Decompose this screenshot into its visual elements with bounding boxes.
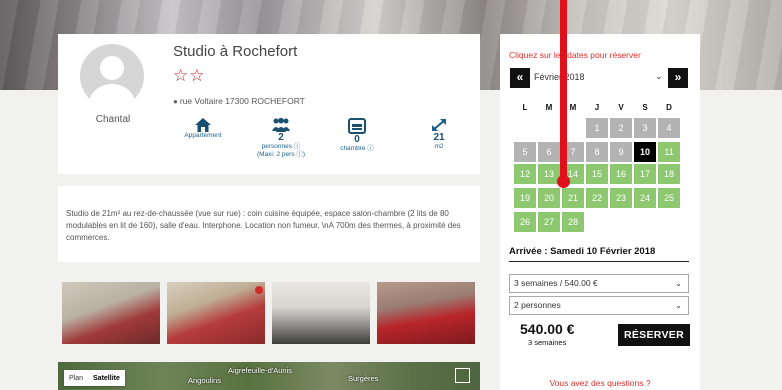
- divider: [509, 261, 689, 262]
- chevron-down-icon: ⌄: [675, 279, 682, 288]
- calendar-day: 4: [658, 118, 680, 138]
- map-pin-icon: ●: [173, 97, 178, 106]
- listing-description: Studio de 21m² au rez-de-chaussée (vue s…: [66, 209, 461, 242]
- feature-area-label: m2: [434, 143, 444, 150]
- calendar-day: 2: [610, 118, 632, 138]
- feature-type-label: Appartement: [184, 132, 222, 139]
- weekday-label: V: [618, 103, 624, 112]
- map-type-toggle: Plan Satellite: [64, 370, 125, 386]
- address-text: rue Voltaire 17300 ROCHEFORT: [179, 96, 305, 106]
- calendar-day: 6: [538, 142, 560, 162]
- calendar-day: 8: [586, 142, 608, 162]
- listing-address: ● rue Voltaire 17300 ROCHEFORT: [173, 96, 305, 106]
- map-fullscreen-icon[interactable]: [455, 368, 470, 383]
- calendar-day: 3: [634, 118, 656, 138]
- feature-bedrooms-value: 0: [354, 134, 360, 145]
- rating-stars-icon: ☆☆: [173, 66, 206, 85]
- photo-thumbnail[interactable]: [62, 282, 160, 344]
- calendar-day[interactable]: 24: [634, 188, 656, 208]
- calendar-day[interactable]: 18: [658, 164, 680, 184]
- calendar-day[interactable]: 25: [658, 188, 680, 208]
- booking-panel: Cliquez sur les dates pour réserver « Fé…: [500, 34, 700, 390]
- weekday-label: S: [642, 103, 648, 112]
- weekday-label: J: [594, 103, 600, 112]
- people-icon: [272, 118, 290, 132]
- booking-cta: Cliquez sur les dates pour réserver: [509, 50, 641, 60]
- listing-title: Studio à Rochefort: [173, 43, 298, 60]
- map-satellite-button[interactable]: Satellite: [88, 375, 125, 382]
- feature-area: 21 m2: [404, 118, 474, 151]
- feature-type: Appartement: [168, 118, 238, 140]
- host-name: Chantal: [95, 114, 131, 125]
- annotation-pointer-dot: [557, 175, 570, 188]
- calendar-day[interactable]: 28: [562, 212, 584, 232]
- calendar-day[interactable]: 19: [514, 188, 536, 208]
- map-place-label: Angoulins: [188, 376, 221, 385]
- calendar-day: 5: [514, 142, 536, 162]
- calendar-day[interactable]: 23: [610, 188, 632, 208]
- house-icon: [195, 118, 211, 132]
- questions-link[interactable]: Vous avez des questions ?: [500, 378, 700, 388]
- calendar-day[interactable]: 22: [586, 188, 608, 208]
- calendar-day[interactable]: 20: [538, 188, 560, 208]
- calendar-day[interactable]: 26: [514, 212, 536, 232]
- feature-bedrooms: 0 chambre ⓘ: [322, 118, 392, 153]
- guests-select[interactable]: 2 personnes ⌄: [509, 296, 689, 315]
- calendar-day: 1: [586, 118, 608, 138]
- calendar-day[interactable]: 17: [634, 164, 656, 184]
- duration-select[interactable]: 3 semaines / 540.00 € ⌄: [509, 274, 689, 293]
- host-avatar: [80, 44, 144, 108]
- map-plan-button[interactable]: Plan: [64, 375, 88, 382]
- photo-thumbnail[interactable]: [167, 282, 265, 344]
- feature-guests-label[interactable]: personnes ⓘ: [246, 143, 316, 151]
- prev-month-button[interactable]: «: [510, 68, 530, 88]
- chevron-down-icon: ⌄: [675, 301, 682, 310]
- feature-area-value: 21: [433, 132, 445, 143]
- calendar-day[interactable]: 12: [514, 164, 536, 184]
- calendar-day[interactable]: 10: [634, 142, 656, 162]
- guests-select-value: 2 personnes: [514, 300, 561, 310]
- total-price: 540.00 €: [520, 321, 575, 337]
- weekday-label: D: [666, 103, 672, 112]
- next-month-button[interactable]: »: [668, 68, 688, 88]
- map-place-label: Aigrefeuille-d'Aunis: [228, 366, 292, 375]
- calendar-day[interactable]: 16: [610, 164, 632, 184]
- listing-summary-card: Chantal Studio à Rochefort ☆☆ ● rue Volta…: [58, 34, 480, 174]
- map-place-label: Surgères: [348, 374, 379, 383]
- calendar-day[interactable]: 21: [562, 188, 584, 208]
- description-card: Studio de 21m² au rez-de-chaussée (vue s…: [58, 186, 480, 262]
- calendar-day[interactable]: 11: [658, 142, 680, 162]
- photo-badge-icon: [255, 286, 263, 294]
- chevron-down-icon[interactable]: ⌄: [655, 71, 663, 82]
- calendar-day[interactable]: 27: [538, 212, 560, 232]
- reserve-button[interactable]: RÉSERVER: [618, 324, 690, 346]
- annotation-pointer: [560, 0, 567, 178]
- feature-guests-max[interactable]: (Maxi: 2 pers ⓘ): [246, 151, 316, 159]
- weekday-label: M: [545, 103, 553, 112]
- calendar-day[interactable]: 15: [586, 164, 608, 184]
- feature-guests-value: 2: [278, 132, 284, 143]
- weekday-label: L: [522, 103, 528, 112]
- feature-bedrooms-label[interactable]: chambre ⓘ: [322, 145, 392, 153]
- photo-thumbnail[interactable]: [272, 282, 370, 344]
- bed-icon: [348, 118, 366, 134]
- duration-select-value: 3 semaines / 540.00 €: [514, 278, 598, 288]
- calendar-day: 9: [610, 142, 632, 162]
- price-duration: 3 semaines: [528, 338, 567, 347]
- photo-thumbnail[interactable]: [377, 282, 475, 344]
- feature-guests: 2 personnes ⓘ (Maxi: 2 pers ⓘ): [246, 118, 316, 159]
- arrival-date: Arrivée : Samedi 10 Février 2018: [509, 246, 656, 257]
- expand-icon: [432, 119, 446, 131]
